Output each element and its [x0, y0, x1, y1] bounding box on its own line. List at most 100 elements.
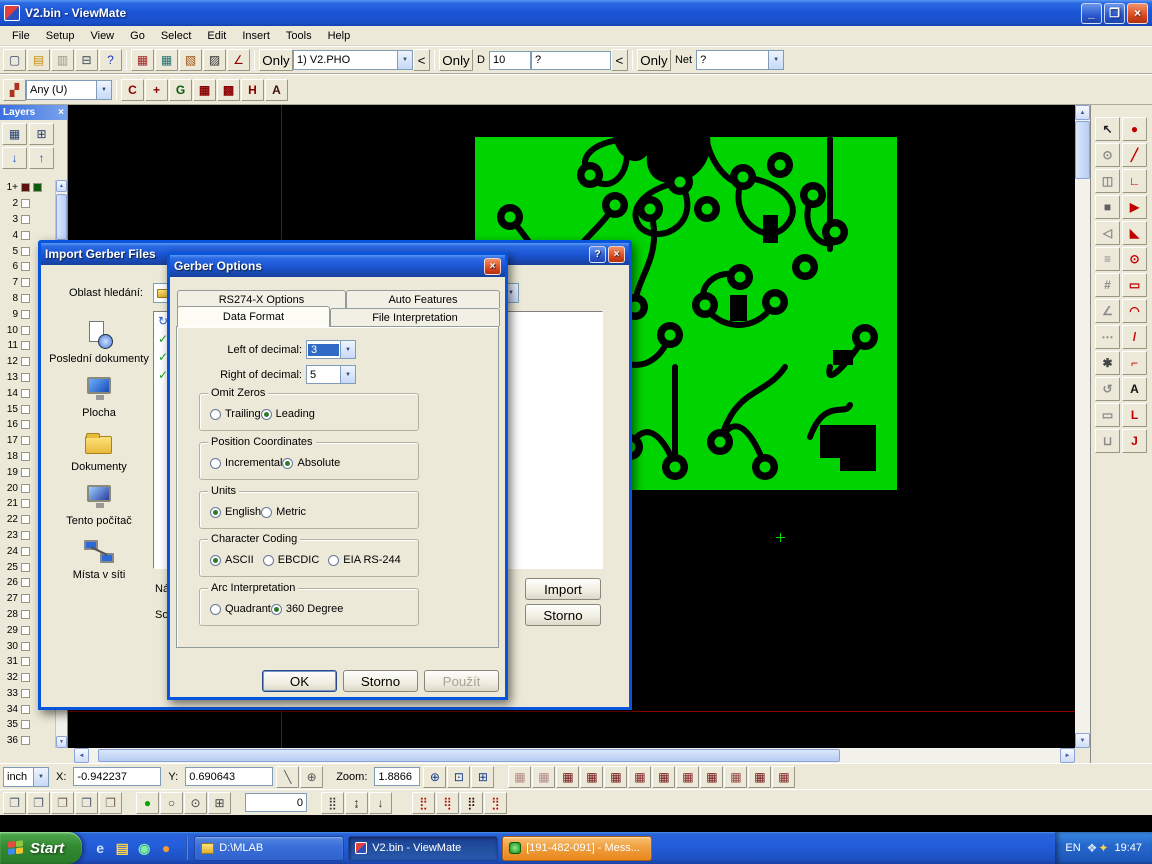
- origin-snap-icon[interactable]: ⊕: [300, 766, 323, 788]
- only-layer-toggle[interactable]: Only: [259, 49, 293, 71]
- selection-mode-icon[interactable]: ▞: [3, 79, 26, 101]
- gcode-icon[interactable]: G: [169, 79, 192, 101]
- network-tray-icon[interactable]: ❖: [1087, 841, 1098, 855]
- layer-row[interactable]: 2: [0, 196, 56, 212]
- pad-pattern-icon-7[interactable]: ▦: [652, 766, 675, 788]
- select-filter-select[interactable]: Any (U) ▼: [26, 80, 112, 100]
- pad-pattern-icon-1[interactable]: ▦: [508, 766, 531, 788]
- copy-view-icon[interactable]: ❐: [51, 792, 74, 814]
- place-my-computer[interactable]: Tento počítač: [49, 482, 149, 527]
- tab-auto-features[interactable]: Auto Features: [346, 290, 500, 308]
- pad-red-icon-3[interactable]: ⡿: [460, 792, 483, 814]
- layer-visibility-box[interactable]: [21, 405, 30, 414]
- grid-toggle-icon[interactable]: ⊞: [208, 792, 231, 814]
- j-shape-icon[interactable]: J: [1122, 429, 1147, 453]
- taskbar-item-mlab[interactable]: D:\MLAB: [194, 836, 344, 861]
- layer-visibility-box[interactable]: [21, 278, 30, 287]
- circle-probe-icon[interactable]: ○: [160, 792, 183, 814]
- radio-option[interactable]: Trailing: [210, 408, 261, 420]
- radio-option[interactable]: Absolute: [282, 457, 340, 469]
- layer-visibility-box[interactable]: [21, 183, 30, 192]
- gerber-dialog-titlebar[interactable]: Gerber Options ×: [170, 255, 505, 277]
- pad-red-icon-1[interactable]: ⣟: [412, 792, 435, 814]
- close-icon[interactable]: ×: [58, 107, 64, 118]
- highlight-count-field[interactable]: 0: [245, 793, 307, 812]
- minimize-button[interactable]: _: [1081, 3, 1102, 24]
- cascade-windows-icon[interactable]: ❐: [3, 792, 26, 814]
- radio-option[interactable]: Incremental: [210, 457, 282, 469]
- place-documents[interactable]: Dokumenty: [49, 428, 149, 473]
- layer-visibility-box[interactable]: [21, 231, 30, 240]
- layer-visibility-box[interactable]: [21, 578, 30, 587]
- select-cursor-icon[interactable]: ↖: [1095, 117, 1120, 141]
- place-network[interactable]: Místa v síti: [49, 536, 149, 581]
- frame-tool-icon[interactable]: ▭: [1095, 403, 1120, 427]
- dots-tool-icon[interactable]: ⋯: [1095, 325, 1120, 349]
- filled-square-icon[interactable]: ■: [1095, 195, 1120, 219]
- pad-pattern-icon-2[interactable]: ▦: [532, 766, 555, 788]
- close-button[interactable]: ×: [1127, 3, 1148, 24]
- layer-row[interactable]: 3: [0, 212, 56, 228]
- move-layer-up-icon[interactable]: ↑: [29, 147, 54, 169]
- layer-visibility-box[interactable]: [21, 626, 30, 635]
- unit-select[interactable]: inch ▼: [3, 767, 49, 787]
- layers-panel-titlebar[interactable]: Layers ×: [0, 105, 67, 120]
- menu-item[interactable]: Go: [122, 28, 153, 44]
- menu-item[interactable]: Tools: [278, 28, 320, 44]
- zoom-in-icon[interactable]: ⊕: [423, 766, 446, 788]
- tile-windows-icon[interactable]: ❐: [27, 792, 50, 814]
- left-of-decimal-select[interactable]: 3 ▼: [306, 340, 356, 359]
- flash-pad-icon[interactable]: ●: [1122, 117, 1147, 141]
- layer-visibility-box[interactable]: [21, 341, 30, 350]
- storno-button[interactable]: Storno: [525, 604, 601, 626]
- save-icon[interactable]: ▥: [51, 49, 74, 71]
- measure-icon[interactable]: ∠: [227, 49, 250, 71]
- layer-grid-view-icon[interactable]: ⊞: [29, 123, 54, 145]
- scroll-left-icon[interactable]: ◄: [74, 748, 89, 763]
- layer-visibility-box[interactable]: [21, 420, 30, 429]
- scroll-down-icon[interactable]: ▼: [1075, 733, 1090, 748]
- taskbar-item-messenger[interactable]: [191-482-091] - Mess...: [502, 836, 652, 861]
- tab-file-interpretation[interactable]: File Interpretation: [330, 308, 500, 326]
- scroll-up-icon[interactable]: ▲: [1075, 105, 1090, 120]
- h-select-icon[interactable]: H: [241, 79, 264, 101]
- import-button[interactable]: Import: [525, 578, 601, 600]
- titlebar[interactable]: V2.bin - ViewMate _ ❐ ×: [0, 0, 1152, 26]
- only-dcode-toggle[interactable]: Only: [439, 49, 473, 71]
- layer-visibility-box[interactable]: [21, 310, 30, 319]
- layer-visibility-box[interactable]: [21, 610, 30, 619]
- canvas-hscrollbar[interactable]: ◄ ►: [0, 748, 1075, 763]
- target-move-icon[interactable]: +: [145, 79, 168, 101]
- scroll-right-icon[interactable]: ►: [1060, 748, 1075, 763]
- radio-option[interactable]: 360 Degree: [271, 603, 344, 615]
- layer-visibility-box[interactable]: [21, 247, 30, 256]
- l-shape-icon[interactable]: L: [1122, 403, 1147, 427]
- menu-item[interactable]: Edit: [199, 28, 234, 44]
- scroll-up-icon[interactable]: ▲: [56, 180, 67, 192]
- pad-pattern-icon-5[interactable]: ▦: [604, 766, 627, 788]
- dot-grid-icon[interactable]: ⣿: [321, 792, 344, 814]
- language-indicator[interactable]: EN: [1065, 842, 1080, 854]
- net-filter-select[interactable]: ? ▼: [696, 50, 784, 70]
- layer-visibility-box[interactable]: [21, 468, 30, 477]
- radio-option[interactable]: Metric: [261, 506, 306, 518]
- only-net-toggle[interactable]: Only: [637, 49, 671, 71]
- layer-visibility-box[interactable]: [21, 389, 30, 398]
- pad-pattern-icon-12[interactable]: ▦: [772, 766, 795, 788]
- layer-visibility-box[interactable]: [21, 547, 30, 556]
- layer-visibility-box[interactable]: [21, 452, 30, 461]
- draw-arrow-icon[interactable]: ▶: [1122, 195, 1147, 219]
- layer-row[interactable]: 1+: [0, 180, 56, 196]
- trace-grid-icon[interactable]: ▩: [217, 79, 240, 101]
- ok-button[interactable]: OK: [262, 670, 337, 692]
- split-view-icon[interactable]: ❐: [99, 792, 122, 814]
- canvas-vscrollbar[interactable]: ▲ ▼: [1075, 105, 1090, 748]
- menu-item[interactable]: File: [4, 28, 38, 44]
- layer-select[interactable]: 1) V2.PHO ▼: [293, 50, 413, 70]
- menu-item[interactable]: Select: [153, 28, 200, 44]
- maximize-button[interactable]: ❐: [1104, 3, 1125, 24]
- layer-visibility-box[interactable]: [21, 673, 30, 682]
- draw-arc-icon[interactable]: ◠: [1122, 299, 1147, 323]
- layer-visibility-box[interactable]: [21, 642, 30, 651]
- storno-button[interactable]: Storno: [343, 670, 418, 692]
